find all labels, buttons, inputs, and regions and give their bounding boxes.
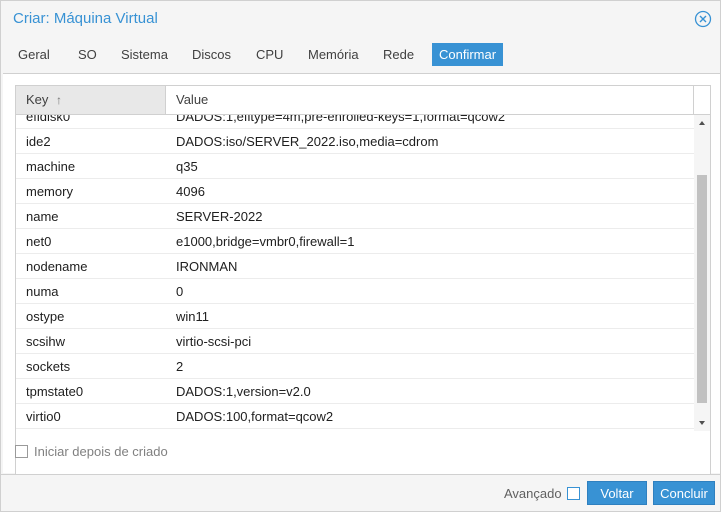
row-value: SERVER-2022 bbox=[176, 209, 263, 224]
tab-cpu[interactable]: CPU bbox=[249, 43, 290, 66]
tab-geral[interactable]: Geral bbox=[11, 43, 57, 66]
confirm-panel: Key ↑ Value efidisk0 DADOS:1,efitype=4m,p… bbox=[3, 73, 720, 505]
row-key: numa bbox=[26, 284, 59, 299]
row-key: ide2 bbox=[26, 134, 51, 149]
row-value: 0 bbox=[176, 284, 184, 299]
row-value: 4096 bbox=[176, 184, 205, 199]
row-key: tpmstate0 bbox=[26, 384, 84, 399]
grid-rows: efidisk0 DADOS:1,efitype=4m,pre-enrolled-… bbox=[16, 115, 694, 429]
row-key: machine bbox=[26, 159, 76, 174]
grid-header: Key ↑ Value bbox=[16, 86, 710, 115]
table-row[interactable]: net0 e1000,bridge=vmbr0,firewall=1 bbox=[16, 229, 694, 254]
table-row[interactable]: nodename IRONMAN bbox=[16, 254, 694, 279]
table-row[interactable]: tpmstate0 DADOS:1,version=v2.0 bbox=[16, 379, 694, 404]
table-row[interactable]: sockets 2 bbox=[16, 354, 694, 379]
dialog-title: Criar: Máquina Virtual bbox=[13, 10, 158, 27]
table-row[interactable]: ide2 DADOS:iso/SERVER_2022.iso,media=cdro… bbox=[16, 129, 694, 154]
close-icon[interactable] bbox=[694, 10, 712, 28]
table-row[interactable]: numa 0 bbox=[16, 279, 694, 304]
tab-confirmar[interactable]: Confirmar bbox=[432, 43, 504, 66]
table-row[interactable]: virtio0 DADOS:100,format=qcow2 bbox=[16, 404, 694, 429]
start-after-create-checkbox[interactable] bbox=[15, 445, 28, 458]
scrollbar-thumb[interactable] bbox=[697, 175, 707, 403]
value-column-label: Value bbox=[176, 92, 209, 107]
scroll-down-icon[interactable] bbox=[694, 417, 710, 429]
tab-sistema[interactable]: Sistema bbox=[114, 43, 175, 66]
row-value: DADOS:1,version=v2.0 bbox=[176, 384, 311, 399]
tab-memoria[interactable]: Memória bbox=[301, 43, 366, 66]
tab-discos[interactable]: Discos bbox=[185, 43, 238, 66]
create-vm-dialog: Criar: Máquina Virtual Geral SO Sistema … bbox=[0, 0, 721, 512]
row-value: win11 bbox=[176, 309, 210, 324]
row-value: virtio-scsi-pci bbox=[176, 334, 252, 349]
row-key: memory bbox=[26, 184, 73, 199]
advanced-label: Avançado bbox=[504, 486, 562, 501]
summary-grid: Key ↑ Value efidisk0 DADOS:1,efitype=4m,p… bbox=[15, 85, 711, 505]
row-value: IRONMAN bbox=[176, 259, 238, 274]
row-value: DADOS:100,format=qcow2 bbox=[176, 409, 334, 424]
key-column-label: Key bbox=[26, 92, 49, 107]
row-value: e1000,bridge=vmbr0,firewall=1 bbox=[176, 234, 355, 249]
grid-body: efidisk0 DADOS:1,efitype=4m,pre-enrolled-… bbox=[16, 115, 694, 431]
row-key: sockets bbox=[26, 359, 71, 374]
table-row[interactable]: ostype win11 bbox=[16, 304, 694, 329]
advanced-checkbox[interactable] bbox=[567, 487, 580, 500]
table-row[interactable]: efidisk0 DADOS:1,efitype=4m,pre-enrolled-… bbox=[16, 115, 694, 129]
row-key: efidisk0 bbox=[26, 115, 71, 124]
scroll-up-icon[interactable] bbox=[694, 117, 710, 129]
table-row[interactable]: name SERVER-2022 bbox=[16, 204, 694, 229]
row-value: DADOS:1,efitype=4m,pre-enrolled-keys=1,f… bbox=[176, 115, 506, 124]
key-column-header[interactable]: Key ↑ bbox=[16, 86, 166, 114]
back-button[interactable]: Voltar bbox=[587, 481, 647, 505]
row-value: q35 bbox=[176, 159, 198, 174]
table-row[interactable]: machine q35 bbox=[16, 154, 694, 179]
value-column-header[interactable]: Value bbox=[166, 86, 694, 114]
row-value: 2 bbox=[176, 359, 184, 374]
dialog-footer: Avançado Voltar Concluir bbox=[1, 474, 720, 511]
vertical-scrollbar[interactable] bbox=[694, 115, 710, 431]
tab-rede[interactable]: Rede bbox=[376, 43, 421, 66]
tab-so[interactable]: SO bbox=[71, 43, 104, 66]
row-key: name bbox=[26, 209, 59, 224]
row-key: net0 bbox=[26, 234, 52, 249]
arrow-up-icon: ↑ bbox=[56, 93, 63, 107]
row-key: nodename bbox=[26, 259, 88, 274]
table-row[interactable]: memory 4096 bbox=[16, 179, 694, 204]
start-after-create-label: Iniciar depois de criado bbox=[34, 444, 168, 459]
table-row[interactable]: scsihw virtio-scsi-pci bbox=[16, 329, 694, 354]
row-key: scsihw bbox=[26, 334, 66, 349]
finish-button[interactable]: Concluir bbox=[653, 481, 715, 505]
row-value: DADOS:iso/SERVER_2022.iso,media=cdrom bbox=[176, 134, 439, 149]
row-key: virtio0 bbox=[26, 409, 61, 424]
row-key: ostype bbox=[26, 309, 65, 324]
title-bar: Criar: Máquina Virtual bbox=[1, 1, 720, 37]
